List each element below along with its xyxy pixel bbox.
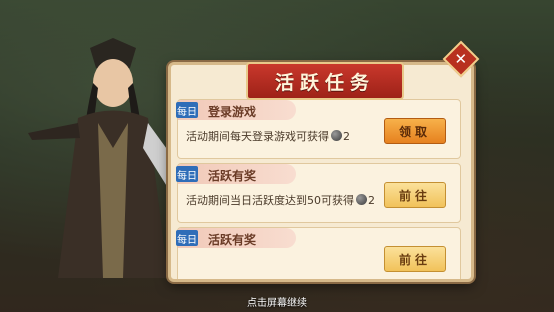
daily-tag: 每日	[176, 166, 198, 182]
panel-title: 活跃任务	[246, 62, 404, 100]
task-name: 活跃有奖	[208, 233, 257, 247]
claim-button[interactable]: 领取	[384, 118, 446, 144]
daily-tag: 每日	[176, 102, 198, 118]
task-card: 每日 活跃有奖 前往	[176, 227, 461, 279]
close-icon: ✕	[454, 49, 468, 68]
task-name: 活跃有奖	[208, 169, 257, 183]
task-description: 活动期间当日活跃度达到50可获得 2	[186, 194, 375, 207]
task-name: 登录游戏	[208, 105, 257, 119]
goto-button[interactable]: 前往	[384, 182, 446, 208]
tap-to-continue-hint: 点击屏幕继续	[247, 298, 307, 309]
coin-icon	[331, 130, 342, 141]
task-card: 每日 登录游戏 活动期间每天登录游戏可获得 2 领取	[176, 99, 461, 159]
task-description: 活动期间每天登录游戏可获得 2	[186, 130, 350, 143]
daily-tag: 每日	[176, 230, 198, 246]
goto-button[interactable]: 前往	[384, 246, 446, 272]
coin-icon	[356, 194, 367, 205]
task-card: 每日 活跃有奖 活动期间当日活跃度达到50可获得 2 前往	[176, 163, 461, 223]
